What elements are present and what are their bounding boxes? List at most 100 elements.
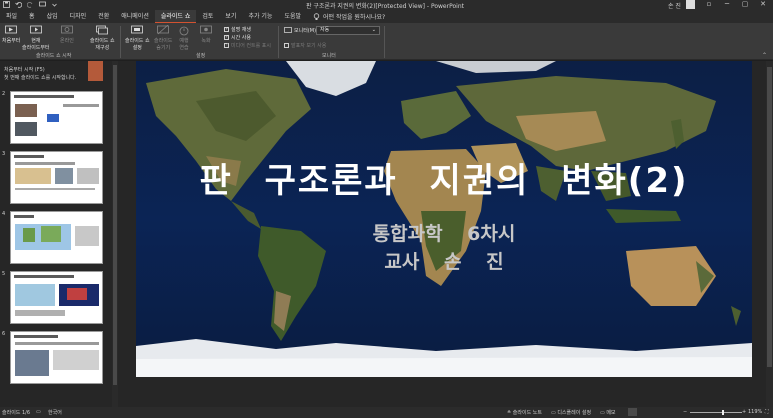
tab-help[interactable]: 도움말 — [278, 10, 307, 23]
checkbox-checked-icon: ✓ — [224, 42, 230, 48]
zoom-out-icon[interactable]: − — [683, 409, 687, 415]
slide-count: 슬라이드 1/6 — [2, 410, 31, 416]
hide-slide-button[interactable]: 슬라이드 숨기기 — [154, 25, 172, 51]
monitor-select[interactable]: 자동 ⌄ — [316, 26, 380, 35]
chevron-down-icon: ⌄ — [371, 27, 376, 33]
present-online-icon — [61, 25, 73, 34]
custom-slideshow-icon — [96, 25, 109, 35]
setup-slideshow-icon — [131, 25, 144, 34]
tab-insert[interactable]: 삽입 — [41, 10, 64, 23]
hide-slide-icon — [157, 25, 170, 35]
maximize-button[interactable]: ▢ — [736, 0, 754, 10]
slide-thumbnail[interactable] — [10, 331, 103, 384]
normal-view-button[interactable] — [628, 408, 637, 416]
slide-editor: 판 구조론과 지권의 변화(2) 통합과학 6차시 교사 손 진 — [118, 61, 773, 407]
record-icon — [200, 25, 212, 34]
scrollbar-thumb[interactable] — [767, 67, 772, 367]
tab-animations[interactable]: 애니메이션 — [115, 10, 155, 23]
stopwatch-icon — [179, 26, 189, 36]
undo-icon[interactable] — [15, 1, 23, 8]
slide-thumbnail[interactable] — [10, 211, 103, 264]
reading-view-button[interactable] — [660, 408, 669, 416]
slide-thumbnail[interactable] — [10, 271, 103, 324]
checkbox-checked-icon: ✓ — [224, 26, 230, 32]
language-indicator[interactable]: 한국어 — [48, 409, 62, 416]
slide-thumbnail[interactable] — [10, 151, 103, 204]
customize-qa-icon[interactable] — [51, 1, 58, 8]
ribbon-options-icon[interactable]: ▫ — [700, 0, 718, 10]
thumbnail-row[interactable]: 6 — [0, 331, 112, 385]
ribbon-slide-show: 처음부터 현재 슬라이드부터 온라인 슬라이드 쇼 재구성 슬라이드 쇼 시작 … — [0, 23, 773, 60]
checkbox-icon — [284, 43, 289, 48]
tab-add-ins[interactable]: 추가 기능 — [242, 10, 278, 23]
thumbnail-row[interactable]: 3 — [0, 151, 112, 205]
save-icon[interactable] — [3, 1, 10, 8]
fit-to-window-icon[interactable]: ⛶ — [765, 409, 769, 415]
present-online-button[interactable]: 온라인 — [60, 25, 74, 44]
current-slide[interactable]: 판 구조론과 지권의 변화(2) 통합과학 6차시 교사 손 진 — [136, 61, 752, 377]
scrollbar-thumb[interactable] — [113, 65, 117, 385]
slide-title[interactable]: 판 구조론과 지권의 변화(2) — [136, 153, 752, 202]
use-timings-checkbox[interactable]: ✓ 시간 사용 — [224, 34, 251, 41]
redo-icon[interactable] — [26, 1, 34, 8]
close-button[interactable]: ✕ — [754, 0, 772, 10]
ribbon-separator — [120, 26, 121, 58]
slide-sorter-button[interactable] — [644, 408, 653, 416]
zoom-in-icon[interactable]: + — [742, 409, 746, 415]
present-icon[interactable] — [39, 1, 46, 8]
presenter-view-checkbox[interactable]: 발표자 보기 사용 — [284, 42, 326, 49]
tab-view[interactable]: 보기 — [219, 10, 242, 23]
slideshow-start-icon — [5, 25, 18, 34]
tab-review[interactable]: 검토 — [196, 10, 219, 23]
monitor-icon — [284, 27, 292, 33]
spellcheck-icon[interactable]: ▭ — [36, 409, 41, 415]
show-media-controls-checkbox[interactable]: ✓ 미디어 컨트롤 표시 — [224, 42, 271, 49]
thumbnail-row[interactable]: 4 — [0, 211, 112, 265]
zoom-slider[interactable] — [690, 410, 742, 415]
slide-teacher[interactable]: 교사 손 진 — [136, 247, 752, 274]
from-beginning-button[interactable]: 처음부터 — [2, 25, 20, 44]
window-controls: ▫ ─ ▢ ✕ — [700, 0, 772, 10]
tab-slide-show[interactable]: 슬라이드 쇼 — [154, 10, 197, 23]
ribbon-tabs: 파일 홈 삽입 디자인 전환 애니메이션 슬라이드 쇼 검토 보기 추가 기능 … — [0, 10, 773, 23]
user-name[interactable]: 손 진 — [668, 1, 681, 10]
group-label-setup: 설정 — [196, 53, 206, 59]
thumbnail-1-partial[interactable] — [88, 61, 103, 81]
minimize-button[interactable]: ─ — [718, 0, 736, 10]
thumbnail-row[interactable]: 2 — [0, 91, 112, 145]
comments-button[interactable]: ▭ 메모 — [600, 409, 616, 416]
zoom-level[interactable]: 119% — [748, 409, 762, 415]
collapse-ribbon-icon[interactable]: ⌃ — [762, 52, 767, 59]
ribbon-separator — [278, 26, 279, 58]
tab-file[interactable]: 파일 — [0, 10, 23, 23]
slide-subtitle[interactable]: 통합과학 6차시 — [136, 219, 752, 246]
window-title: 판 구조론과 지권의 변화(2)[Protected View] - Power… — [306, 3, 464, 10]
avatar[interactable] — [686, 0, 695, 9]
zoom-slider-handle[interactable] — [722, 410, 724, 415]
tab-home[interactable]: 홈 — [23, 10, 41, 23]
slideshow-current-icon — [29, 25, 42, 34]
ribbon-separator — [384, 26, 385, 58]
group-label-monitors: 모니터 — [322, 53, 336, 59]
display-settings-button[interactable]: ▭ 디스플레이 설정 — [551, 409, 591, 416]
status-bar: 슬라이드 1/6 ▭ 한국어 ≙ 슬라이드 노트 ▭ 디스플레이 설정 ▭ 메모… — [0, 407, 773, 418]
slide-thumbnail[interactable] — [10, 91, 103, 144]
quick-access-toolbar — [3, 1, 58, 8]
monitor-label: 모니터(M): — [284, 27, 318, 34]
tab-design[interactable]: 디자인 — [64, 10, 93, 23]
tab-transitions[interactable]: 전환 — [92, 10, 115, 23]
editor-scrollbar[interactable] — [766, 61, 773, 407]
notes-button[interactable]: ≙ 슬라이드 노트 — [507, 409, 542, 416]
lightbulb-icon — [313, 12, 320, 20]
play-narration-checkbox[interactable]: ✓ 설명 재생 — [224, 26, 251, 33]
from-current-button[interactable]: 현재 슬라이드부터 — [22, 25, 50, 51]
tell-me-text: 어떤 작업을 원하시나요? — [323, 14, 386, 21]
group-label-start: 슬라이드 쇼 시작 — [36, 53, 72, 59]
record-button[interactable]: 녹화 — [200, 25, 212, 44]
rehearse-timings-button[interactable]: 예행 연습 — [178, 25, 190, 51]
setup-slideshow-button[interactable]: 슬라이드 쇼 설정 — [125, 25, 150, 51]
thumbnail-row[interactable]: 5 — [0, 271, 112, 325]
title-bar: 판 구조론과 지권의 변화(2)[Protected View] - Power… — [0, 0, 773, 10]
tell-me-search[interactable]: 어떤 작업을 원하시나요? — [307, 12, 385, 21]
custom-slideshow-button[interactable]: 슬라이드 쇼 재구성 — [90, 25, 115, 51]
